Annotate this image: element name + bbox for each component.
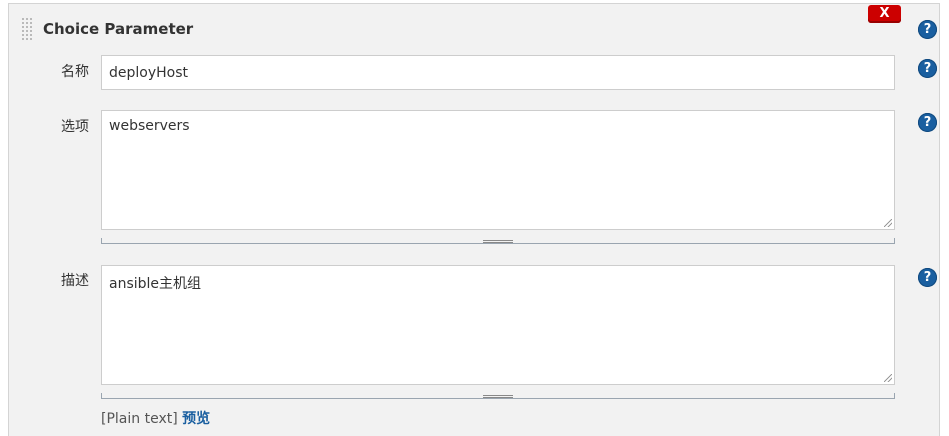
help-icon[interactable]: ?: [918, 113, 937, 132]
resize-handle[interactable]: [483, 395, 513, 398]
name-label: 名称: [61, 64, 89, 80]
preview-link[interactable]: 预览: [182, 411, 210, 427]
choices-textarea[interactable]: webservers: [101, 110, 895, 230]
name-input[interactable]: deployHost: [101, 55, 895, 90]
description-textarea-value: ansible主机组: [109, 276, 202, 292]
help-icon[interactable]: ?: [918, 268, 937, 287]
drag-handle[interactable]: [21, 17, 33, 41]
choices-label: 选项: [61, 119, 89, 135]
format-label: [Plain text]: [101, 411, 178, 427]
resize-handle[interactable]: [483, 240, 513, 243]
delete-button[interactable]: X: [868, 5, 901, 23]
help-icon[interactable]: ?: [918, 20, 937, 39]
description-label: 描述: [61, 273, 89, 289]
block-title: Choice Parameter: [43, 20, 194, 38]
choices-textarea-value: webservers: [109, 118, 190, 134]
description-textarea[interactable]: ansible主机组: [101, 265, 895, 385]
textarea-resize-bar[interactable]: [101, 238, 895, 244]
name-input-value: deployHost: [109, 65, 189, 81]
resize-grip[interactable]: [884, 374, 892, 382]
resize-grip[interactable]: [884, 219, 892, 227]
description-footer: [Plain text] 预览: [101, 408, 210, 428]
textarea-resize-bar[interactable]: [101, 393, 895, 399]
help-icon[interactable]: ?: [918, 59, 937, 78]
